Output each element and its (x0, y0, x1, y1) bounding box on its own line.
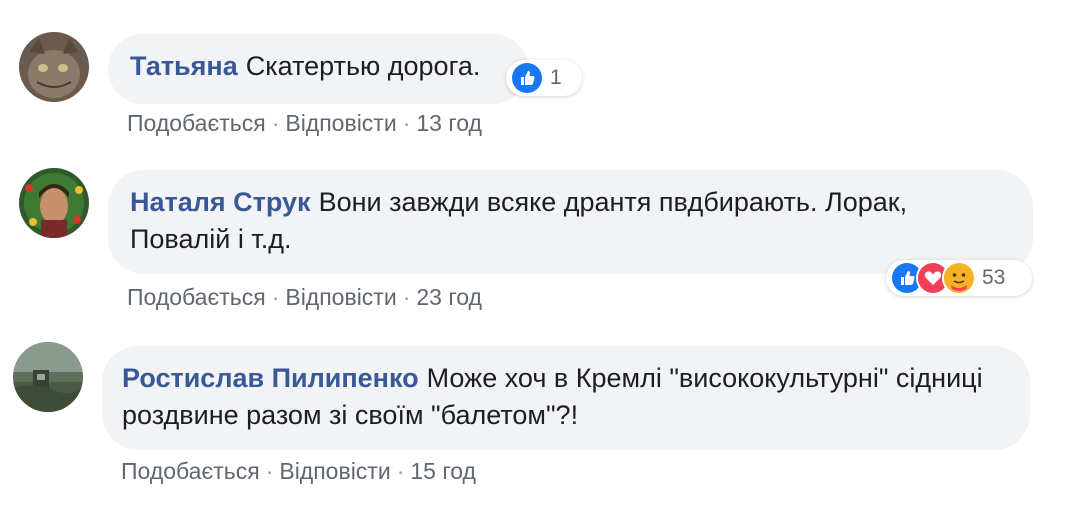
comment-author[interactable]: Ростислав Пилипенко (122, 363, 419, 393)
reply-link[interactable]: Відповісти (285, 110, 396, 136)
comment-actions: Подобається · Відповісти · 13 год (127, 110, 482, 137)
comment-bubble: Татьяна Скатертью дорога. (108, 34, 528, 104)
separator: · (402, 284, 411, 310)
reply-link[interactable]: Відповісти (285, 284, 396, 310)
avatar-image (13, 342, 83, 412)
timestamp[interactable]: 15 год (410, 458, 476, 484)
comment-text: Скатертью дорога. (245, 51, 481, 81)
separator: · (265, 458, 274, 484)
comment-actions: Подобається · Відповісти · 15 год (121, 458, 476, 485)
separator: · (402, 110, 411, 136)
like-link[interactable]: Подобається (121, 458, 260, 484)
reaction-count: 1 (550, 66, 562, 89)
like-icon (510, 61, 544, 95)
timestamp[interactable]: 13 год (416, 110, 482, 136)
reply-link[interactable]: Відповісти (279, 458, 390, 484)
avatar[interactable] (13, 342, 83, 412)
comment-bubble: Наталя Струк Вони завжди всяке дрантя пвд… (108, 170, 1033, 274)
comment-author[interactable]: Наталя Струк (130, 187, 311, 217)
timestamp[interactable]: 23 год (416, 284, 482, 310)
comment-actions: Подобається · Відповісти · 23 год (127, 284, 482, 311)
avatar-image (19, 32, 89, 102)
avatar-image (19, 168, 89, 238)
separator: · (271, 110, 280, 136)
like-link[interactable]: Подобається (127, 284, 266, 310)
separator: · (396, 458, 405, 484)
care-icon (942, 261, 976, 295)
reactions-summary[interactable]: 1 (506, 60, 582, 96)
comment-author[interactable]: Татьяна (130, 51, 238, 81)
comment-bubble: Ростислав Пилипенко Може хоч в Кремлі "ви… (102, 346, 1030, 450)
separator: · (271, 284, 280, 310)
like-link[interactable]: Подобається (127, 110, 266, 136)
reaction-count: 53 (982, 266, 1006, 289)
avatar[interactable] (19, 168, 89, 238)
reactions-summary[interactable]: 53 (886, 260, 1032, 296)
avatar[interactable] (19, 32, 89, 102)
